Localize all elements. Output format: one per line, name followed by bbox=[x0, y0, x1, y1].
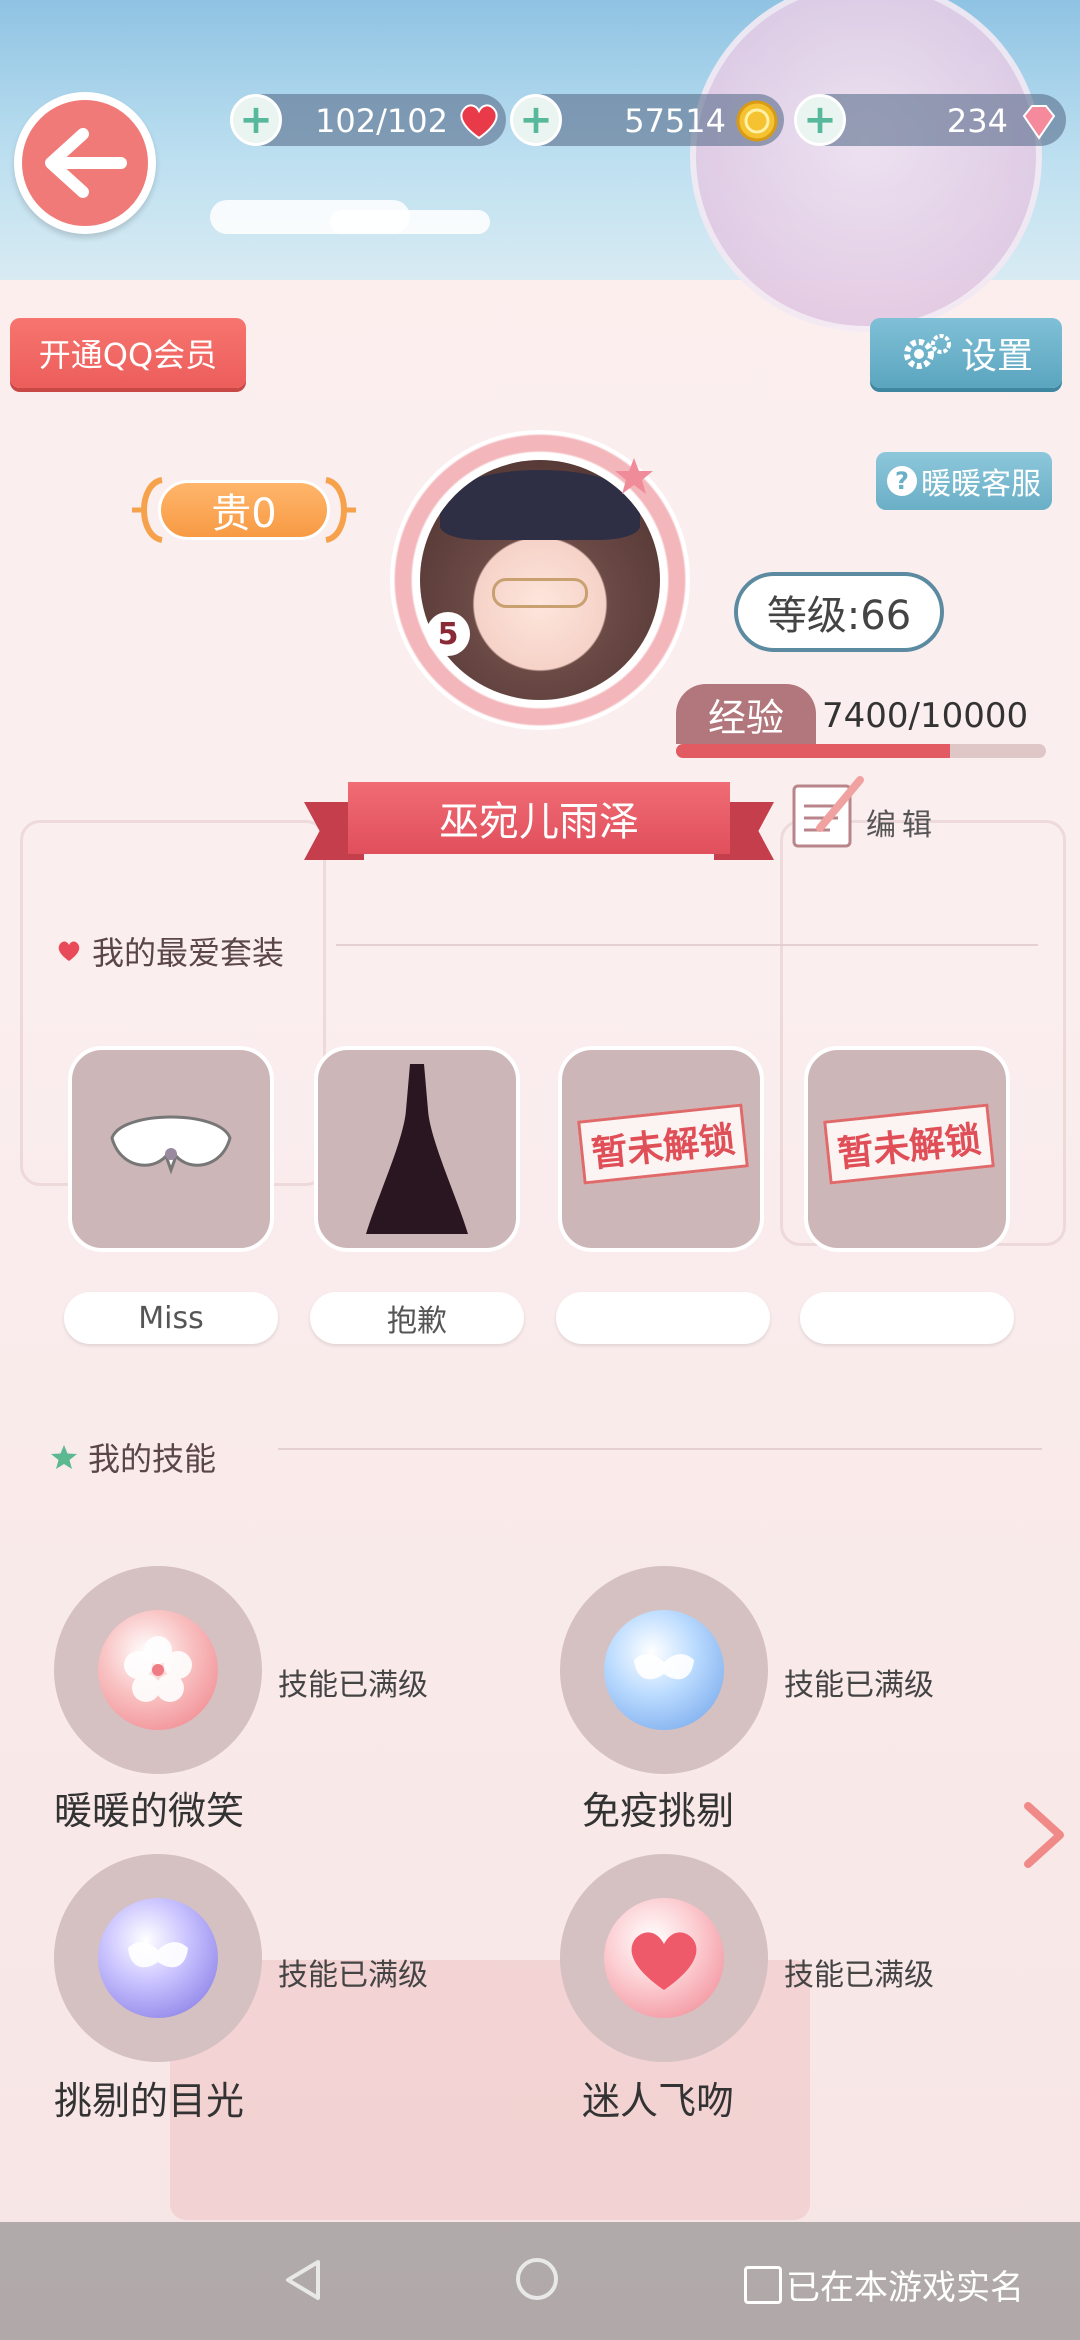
outfit-name-1[interactable]: Miss bbox=[64, 1292, 278, 1344]
stained-glass-window bbox=[690, 0, 1042, 332]
favorites-section-title: 我的最爱套装 bbox=[56, 928, 284, 974]
gear-icon bbox=[903, 334, 951, 369]
real-name-checkbox[interactable]: 已在本游戏实名 bbox=[744, 2260, 1024, 2309]
chevron-right-icon[interactable] bbox=[1018, 1800, 1068, 1870]
dress-icon bbox=[366, 1064, 468, 1234]
exp-label: 经验 bbox=[676, 684, 816, 744]
collar-icon bbox=[110, 1115, 232, 1175]
outfit-card-3[interactable]: 暂未解锁 bbox=[558, 1046, 764, 1252]
locked-stamp: 暂未解锁 bbox=[577, 1103, 749, 1185]
star-icon bbox=[51, 1445, 77, 1469]
skill-button-4[interactable] bbox=[560, 1854, 768, 2062]
diamond-pill: + 234 bbox=[794, 94, 1066, 146]
avatar-glasses bbox=[492, 578, 588, 608]
noble-level: 贵0 bbox=[158, 480, 330, 540]
exp-bar bbox=[676, 744, 1046, 758]
settings-label: 设置 bbox=[960, 336, 1033, 377]
favorites-title: 我的最爱套装 bbox=[92, 934, 285, 972]
mask-shape-icon bbox=[128, 1942, 188, 1968]
heart-orb-icon bbox=[604, 1898, 724, 2018]
section-divider bbox=[336, 944, 1038, 946]
skills-title: 我的技能 bbox=[88, 1440, 217, 1478]
exp-value: 7400/10000 bbox=[822, 696, 1029, 736]
diamond-icon bbox=[1022, 105, 1056, 140]
sakura-orb-icon bbox=[98, 1610, 218, 1730]
skill-state-3: 技能已满级 bbox=[278, 1958, 428, 1993]
gold-coin-icon bbox=[736, 100, 778, 142]
noble-badge[interactable]: 贵0 bbox=[128, 470, 360, 550]
edit-name-button[interactable]: 编辑 bbox=[790, 772, 940, 852]
skill-button-3[interactable] bbox=[54, 1854, 262, 2062]
question-icon: ? bbox=[887, 466, 917, 496]
skill-state-2: 技能已满级 bbox=[784, 1668, 934, 1703]
skill-name-3: 挑剔的目光 bbox=[54, 2079, 245, 2123]
edit-label: 编辑 bbox=[866, 808, 938, 843]
diamond-value: 234 bbox=[946, 102, 1008, 140]
player-name: 巫宛儿雨泽 bbox=[348, 782, 730, 854]
gold-value: 57514 bbox=[624, 102, 726, 140]
settings-button[interactable]: 设置 bbox=[870, 318, 1062, 388]
outfit-name-4[interactable] bbox=[800, 1292, 1014, 1344]
star-icon bbox=[615, 458, 653, 494]
add-diamond-button[interactable]: + bbox=[794, 94, 846, 146]
qq-member-label: 开通QQ会员 bbox=[38, 336, 218, 374]
add-stamina-button[interactable]: + bbox=[230, 94, 282, 146]
sakura-flower-icon bbox=[124, 1636, 192, 1702]
heart-icon bbox=[58, 941, 80, 961]
skill-name-2: 免疫挑剔 bbox=[582, 1789, 735, 1833]
avatar-level-badge: 5 bbox=[426, 612, 470, 656]
outfit-name-2[interactable]: 抱歉 bbox=[310, 1292, 524, 1344]
add-gold-button[interactable]: + bbox=[510, 94, 562, 146]
nav-back-icon[interactable] bbox=[282, 2258, 322, 2302]
avatar-hat bbox=[440, 470, 640, 540]
cloud-decoration bbox=[330, 210, 490, 234]
outfit-name-3[interactable] bbox=[556, 1292, 770, 1344]
mask-shape-icon bbox=[634, 1654, 694, 1680]
heart-icon bbox=[460, 104, 498, 140]
skill-button-1[interactable] bbox=[54, 1566, 262, 1774]
customer-service-button[interactable]: ? 暖暖客服 bbox=[876, 452, 1052, 510]
skill-state-1: 技能已满级 bbox=[278, 1668, 428, 1703]
customer-service-label: 暖暖客服 bbox=[921, 467, 1041, 502]
skill-name-1: 暖暖的微笑 bbox=[54, 1789, 245, 1833]
back-button[interactable] bbox=[14, 92, 156, 234]
level-display: 等级:66 bbox=[734, 572, 944, 652]
skill-state-4: 技能已满级 bbox=[784, 1958, 934, 1993]
winged-mask-icon bbox=[604, 1610, 724, 1730]
qq-member-button[interactable]: 开通QQ会员 bbox=[10, 318, 246, 388]
player-name-banner: 巫宛儿雨泽 bbox=[304, 782, 774, 862]
heart-shape-icon bbox=[631, 1932, 697, 1990]
locked-stamp: 暂未解锁 bbox=[823, 1103, 995, 1185]
exp-bar-fill bbox=[676, 744, 950, 758]
notepad-pencil-icon bbox=[792, 776, 864, 848]
system-navigation-bar: 已在本游戏实名 bbox=[0, 2222, 1080, 2340]
stamina-pill: + 102/102 bbox=[230, 94, 506, 146]
checkbox-icon bbox=[744, 2265, 782, 2304]
real-name-label: 已在本游戏实名 bbox=[786, 2268, 1024, 2308]
back-arrow-icon bbox=[45, 128, 127, 198]
stamina-value: 102/102 bbox=[315, 102, 448, 140]
exp-display: 经验 7400/10000 bbox=[676, 684, 1046, 760]
gold-pill: + 57514 bbox=[510, 94, 784, 146]
outfit-card-4[interactable]: 暂未解锁 bbox=[804, 1046, 1010, 1252]
nav-home-icon[interactable] bbox=[516, 2258, 558, 2300]
skills-section-title: 我的技能 bbox=[50, 1434, 216, 1480]
skill-button-2[interactable] bbox=[560, 1566, 768, 1774]
mask-orb-icon bbox=[98, 1898, 218, 2018]
skill-name-4: 迷人飞吻 bbox=[582, 2079, 735, 2123]
section-divider bbox=[278, 1448, 1042, 1450]
outfit-card-2[interactable] bbox=[314, 1046, 520, 1252]
outfit-card-1[interactable] bbox=[68, 1046, 274, 1252]
